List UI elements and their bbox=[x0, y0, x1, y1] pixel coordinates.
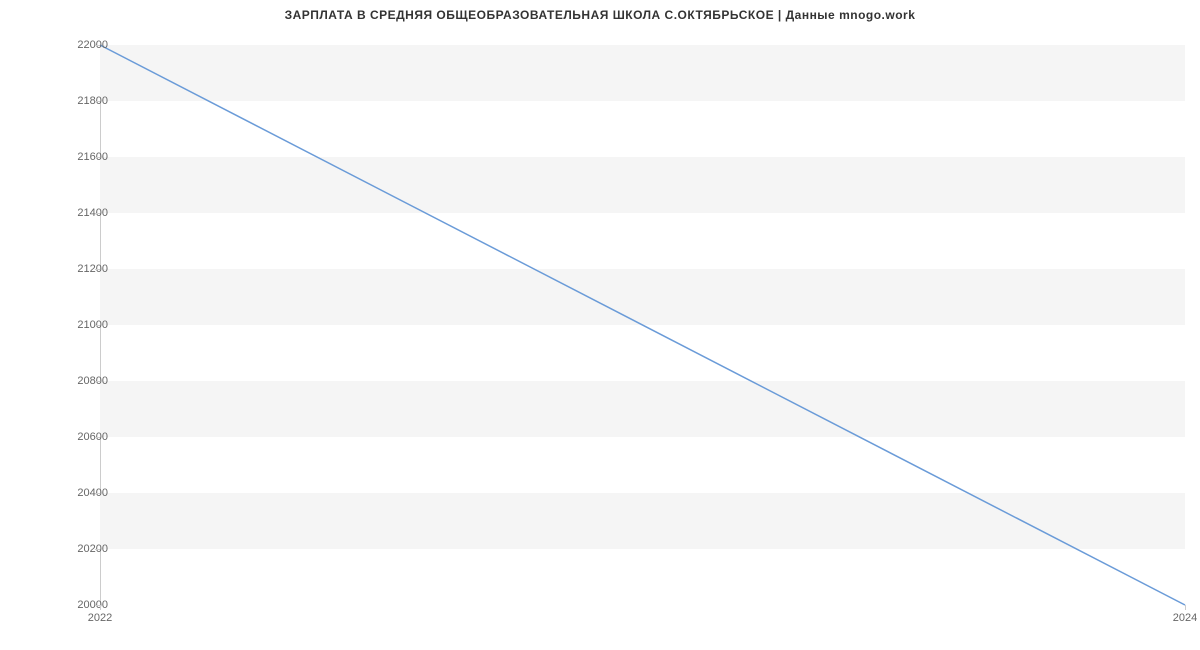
y-tick bbox=[95, 381, 100, 382]
x-tick-label: 2022 bbox=[88, 612, 112, 624]
y-tick-label: 20400 bbox=[77, 487, 108, 499]
y-tick-label: 21800 bbox=[77, 95, 108, 107]
chart-line bbox=[100, 45, 1185, 605]
y-tick bbox=[95, 549, 100, 550]
x-tick-label: 2024 bbox=[1173, 612, 1197, 624]
chart-title: ЗАРПЛАТА В СРЕДНЯЯ ОБЩЕОБРАЗОВАТЕЛЬНАЯ Ш… bbox=[0, 8, 1200, 22]
y-tick-label: 20600 bbox=[77, 431, 108, 443]
y-tick-label: 20000 bbox=[77, 599, 108, 611]
chart-container: ЗАРПЛАТА В СРЕДНЯЯ ОБЩЕОБРАЗОВАТЕЛЬНАЯ Ш… bbox=[0, 0, 1200, 650]
y-tick bbox=[95, 157, 100, 158]
y-tick bbox=[95, 493, 100, 494]
y-tick bbox=[95, 101, 100, 102]
y-tick-label: 21600 bbox=[77, 151, 108, 163]
y-tick bbox=[95, 213, 100, 214]
y-tick-label: 21200 bbox=[77, 263, 108, 275]
plot-area bbox=[100, 45, 1185, 605]
y-tick-label: 20200 bbox=[77, 543, 108, 555]
x-tick bbox=[1185, 605, 1186, 610]
y-tick-label: 20800 bbox=[77, 375, 108, 387]
y-tick bbox=[95, 269, 100, 270]
y-tick-label: 21000 bbox=[77, 319, 108, 331]
y-tick bbox=[95, 45, 100, 46]
chart-line-svg bbox=[100, 45, 1185, 605]
y-tick-label: 22000 bbox=[77, 39, 108, 51]
y-tick-label: 21400 bbox=[77, 207, 108, 219]
y-tick bbox=[95, 325, 100, 326]
x-tick bbox=[100, 605, 101, 610]
y-tick bbox=[95, 437, 100, 438]
